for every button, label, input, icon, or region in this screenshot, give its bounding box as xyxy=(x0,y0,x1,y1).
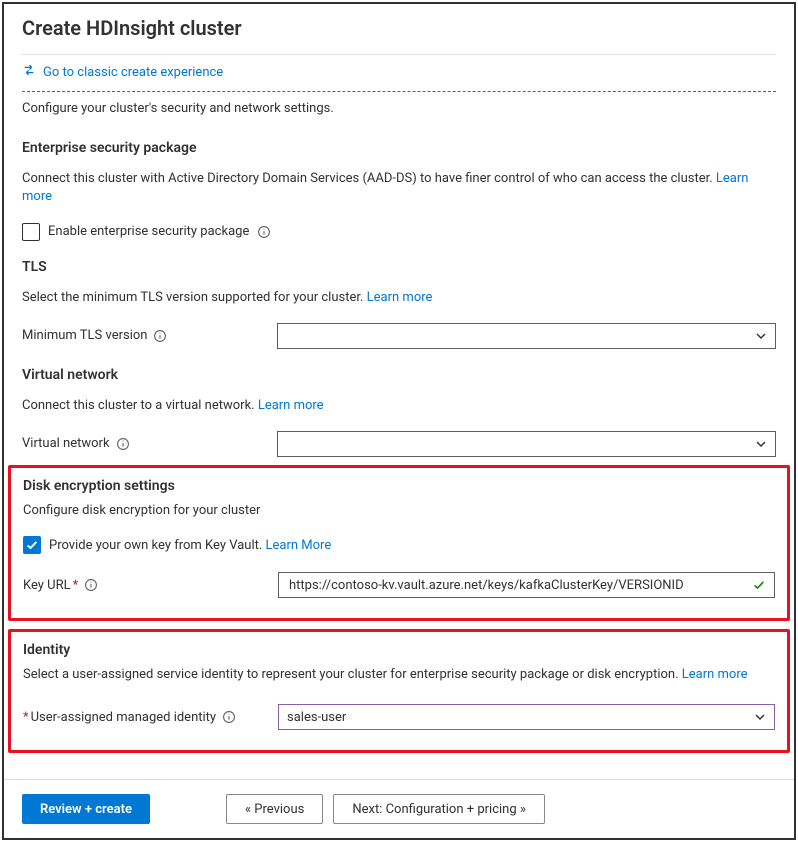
chevron-down-icon xyxy=(754,711,766,723)
tls-learn-more-link[interactable]: Learn more xyxy=(367,290,433,305)
disk-encryption-highlight: Disk encryption settings Configure disk … xyxy=(8,465,790,621)
key-url-input[interactable] xyxy=(287,577,746,594)
tls-section-title: TLS xyxy=(22,259,776,275)
disk-learn-more-link[interactable]: Learn More xyxy=(266,538,332,553)
esp-desc: Connect this cluster with Active Directo… xyxy=(22,162,776,210)
info-icon[interactable] xyxy=(257,225,271,239)
vnet-dropdown[interactable] xyxy=(277,431,776,457)
identity-desc: Select a user-assigned service identity … xyxy=(23,664,775,688)
esp-checkbox-label: Enable enterprise security package xyxy=(48,224,249,239)
info-icon[interactable] xyxy=(116,437,130,451)
swap-icon xyxy=(22,63,36,81)
chevron-down-icon xyxy=(755,438,767,450)
key-url-label: Key URL* xyxy=(23,578,78,593)
key-url-input-wrapper xyxy=(278,572,775,598)
intro-text: Configure your cluster's security and ne… xyxy=(22,92,776,122)
esp-section-title: Enterprise security package xyxy=(22,140,776,156)
vnet-desc: Connect this cluster to a virtual networ… xyxy=(22,389,776,419)
tls-desc: Select the minimum TLS version supported… xyxy=(22,281,776,311)
next-button[interactable]: Next: Configuration + pricing » xyxy=(333,794,545,824)
page-title: Create HDInsight cluster xyxy=(22,16,776,40)
previous-button[interactable]: « Previous xyxy=(226,794,323,824)
info-icon[interactable] xyxy=(222,710,236,724)
classic-create-link-text: Go to classic create experience xyxy=(43,65,223,80)
identity-label: *User-assigned managed identity xyxy=(23,710,216,725)
vnet-section-title: Virtual network xyxy=(22,367,776,383)
vnet-label: Virtual network xyxy=(22,436,110,451)
review-create-button[interactable]: Review + create xyxy=(22,794,150,824)
identity-learn-more-link[interactable]: Learn more xyxy=(682,667,748,682)
provide-own-key-label: Provide your own key from Key Vault. Lea… xyxy=(49,538,331,553)
info-icon[interactable] xyxy=(153,329,167,343)
wizard-footer: Review + create « Previous Next: Configu… xyxy=(4,779,794,838)
disk-desc: Configure disk encryption for your clust… xyxy=(23,500,775,524)
tls-version-label: Minimum TLS version xyxy=(22,328,147,343)
disk-section-title: Disk encryption settings xyxy=(23,478,775,494)
chevron-down-icon xyxy=(755,330,767,342)
identity-section-title: Identity xyxy=(23,642,775,658)
info-icon[interactable] xyxy=(84,578,98,592)
tls-version-dropdown[interactable] xyxy=(277,323,776,349)
provide-own-key-checkbox[interactable] xyxy=(23,536,41,554)
validated-check-icon xyxy=(752,578,766,592)
identity-dropdown[interactable]: sales-user xyxy=(278,704,775,730)
vnet-learn-more-link[interactable]: Learn more xyxy=(258,398,324,413)
esp-enable-checkbox[interactable] xyxy=(22,223,40,241)
identity-highlight: Identity Select a user-assigned service … xyxy=(8,629,790,753)
classic-create-link[interactable]: Go to classic create experience xyxy=(22,54,776,92)
